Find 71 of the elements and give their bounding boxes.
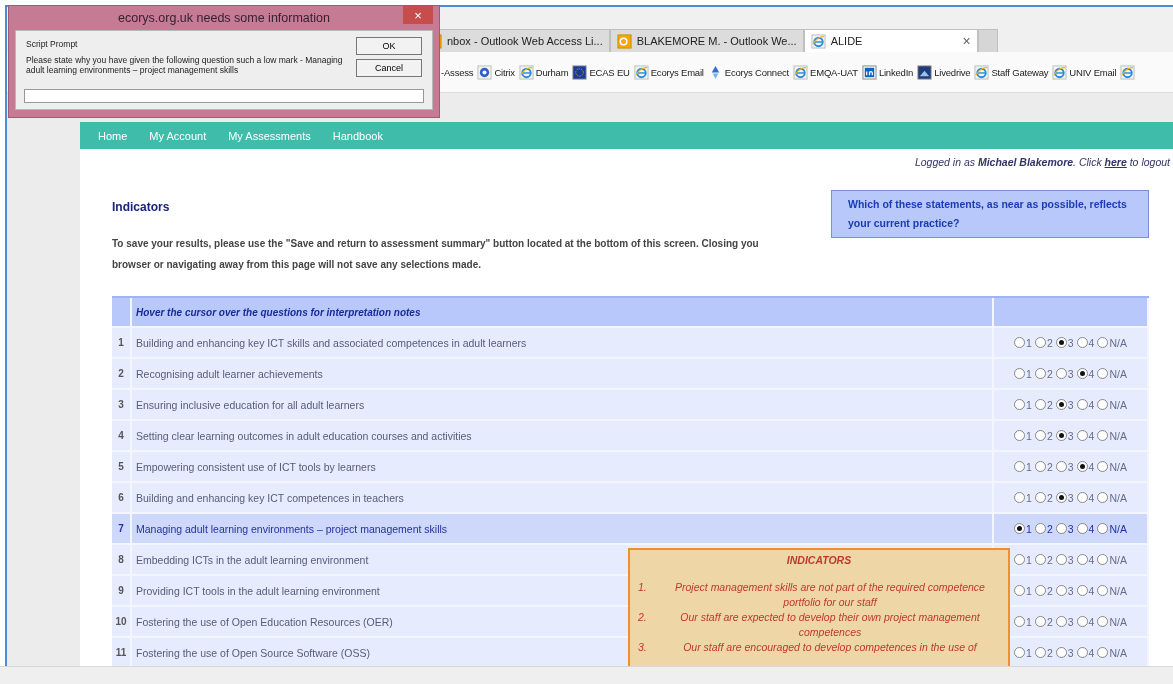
dialog-title: ecorys.org.uk needs some information bbox=[117, 10, 331, 27]
dialog-button[interactable]: Cancel bbox=[356, 59, 422, 77]
question-text[interactable]: Building and enhancing key ICT skills and associated competences in adult learners bbox=[132, 328, 994, 357]
globe-e-icon bbox=[1052, 64, 1068, 80]
cloud-drive-icon bbox=[917, 64, 933, 80]
favorite-link[interactable]: ECAS EU bbox=[572, 64, 630, 80]
question-text[interactable]: Empowering consistent use of ICT tools by learners bbox=[132, 452, 994, 481]
globe-e-icon bbox=[974, 64, 990, 80]
question-text[interactable]: Building and enhancing key ICT competences in teachers bbox=[132, 483, 994, 512]
logout-link[interactable]: here bbox=[1104, 156, 1127, 168]
favorite-link[interactable]: Ecorys Email bbox=[633, 64, 704, 80]
rating-radio[interactable]: N/A bbox=[1097, 615, 1127, 628]
question-text[interactable]: Recognising adult learner achievements bbox=[132, 359, 994, 388]
favorite-link[interactable]: UNIV Email bbox=[1052, 64, 1117, 80]
rating-radio[interactable]: N/A bbox=[1097, 398, 1127, 411]
page-title: Indicators bbox=[112, 200, 170, 214]
favorite-link[interactable]: -Assess bbox=[441, 66, 474, 78]
list-number: 2. bbox=[638, 610, 648, 625]
question-number: 2 bbox=[112, 359, 132, 388]
rating-radio[interactable]: N/A bbox=[1097, 460, 1127, 473]
question-number: 1 bbox=[112, 328, 132, 357]
linkedin-icon bbox=[861, 64, 877, 80]
question-number: 8 bbox=[112, 545, 132, 574]
favorite-link[interactable]: Ecorys Connect bbox=[707, 64, 790, 80]
table-header: Hover the cursor over the questions for interpretation notes bbox=[132, 298, 994, 326]
rating-radio[interactable]: N/A bbox=[1097, 646, 1127, 659]
rating-radio[interactable]: N/A bbox=[1097, 522, 1127, 535]
close-button[interactable]: × bbox=[403, 6, 433, 24]
favorite-link[interactable]: Staff Gateway bbox=[974, 64, 1049, 80]
list-number: 3. bbox=[638, 640, 648, 655]
instructions-text: To save your results, please use the "Save and return to assessment summary" button located at the bottom of this screen. Closing you browser or navigating away from this page will not save any selections made. bbox=[112, 237, 760, 272]
question-number: 9 bbox=[112, 576, 132, 605]
question-text[interactable]: Ensuring inclusive education for all adult learners bbox=[132, 390, 994, 419]
question-number: 10 bbox=[112, 607, 132, 636]
question-number: 7 bbox=[112, 514, 132, 543]
prompt-message: Please state why you have given the following question such a low mark - Managing adult learning environments – project management skills bbox=[26, 55, 344, 75]
favorite-link[interactable]: Livedrive bbox=[917, 64, 971, 80]
rating-radio[interactable]: N/A bbox=[1097, 429, 1127, 442]
globe-e-icon bbox=[518, 64, 534, 80]
favorite-link[interactable]: Durham bbox=[518, 64, 569, 80]
globe-e-icon bbox=[810, 33, 826, 49]
question-text[interactable]: Setting clear learning outcomes in adult education courses and activities bbox=[132, 421, 994, 450]
browser-tab[interactable]: ALIDE × bbox=[803, 29, 978, 52]
tooltip-title: INDICATORS bbox=[785, 554, 853, 566]
citrix-icon bbox=[477, 64, 493, 80]
rating-radio[interactable]: N/A bbox=[1097, 491, 1127, 504]
input-field[interactable] bbox=[24, 89, 424, 103]
rating-radio[interactable]: N/A bbox=[1097, 336, 1127, 349]
prompt-label: Script Prompt bbox=[26, 39, 78, 49]
rating-radio[interactable]: N/A bbox=[1097, 553, 1127, 566]
globe-e-icon bbox=[1120, 64, 1136, 80]
browser-tab[interactable]: BLAKEMORE M. - Outlook We... bbox=[609, 29, 804, 52]
rating-radio[interactable]: N/A bbox=[1097, 367, 1127, 380]
star-flag-icon bbox=[572, 64, 588, 80]
rating-radio[interactable]: N/A bbox=[1097, 584, 1127, 597]
question-number: 6 bbox=[112, 483, 132, 512]
question-box: Which of these statements, as near as possible, reflects your current practice? bbox=[831, 190, 1149, 238]
favorite-link[interactable]: EMQA-UAT bbox=[793, 64, 858, 80]
list-number: 1. bbox=[638, 580, 648, 595]
question-text[interactable]: Managing adult learning environments – project management skills bbox=[132, 514, 994, 543]
globe-e-icon bbox=[633, 64, 649, 80]
favorite-link[interactable]: Citrix bbox=[477, 64, 515, 80]
mail-app-icon bbox=[616, 33, 632, 49]
favorite-link[interactable]: LinkedIn bbox=[861, 64, 914, 80]
login-status: Logged in as Michael Blakemore. Click here to logout bbox=[913, 155, 1172, 170]
question-number: 3 bbox=[112, 390, 132, 419]
question-number: 5 bbox=[112, 452, 132, 481]
globe-e-icon bbox=[793, 64, 809, 80]
tooltip-item: Our staff are encouraged to develop competences in the use of bbox=[682, 640, 979, 655]
dialog-button[interactable]: OK bbox=[356, 37, 422, 55]
question-number: 4 bbox=[112, 421, 132, 450]
